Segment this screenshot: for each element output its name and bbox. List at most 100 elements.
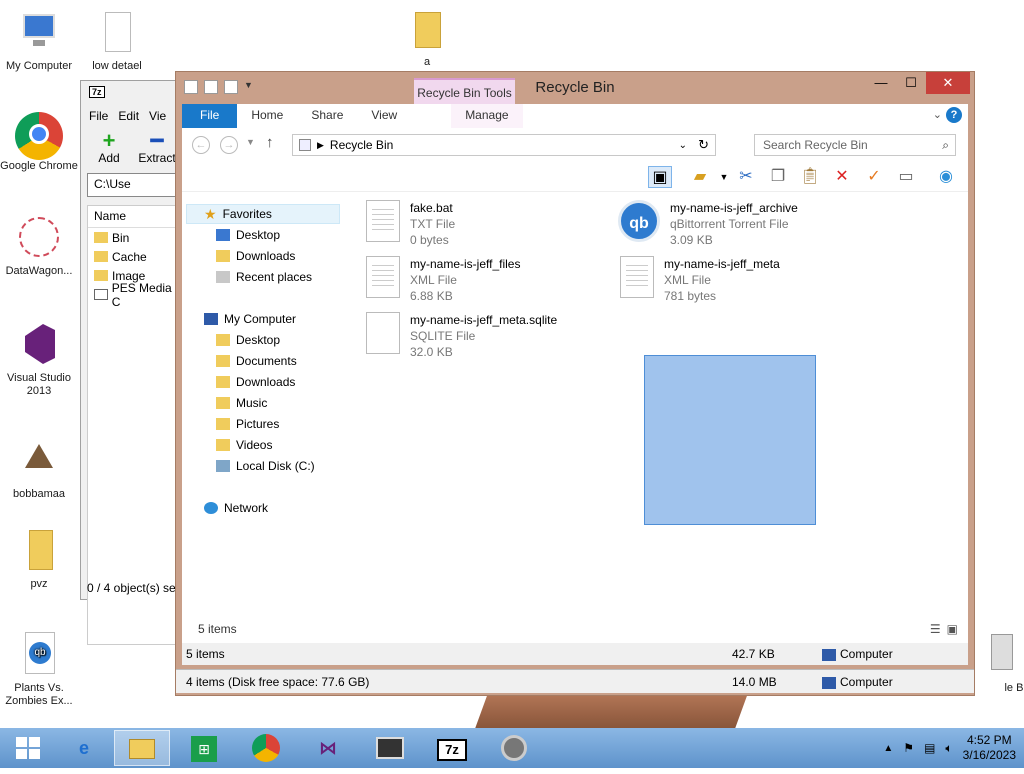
nav-network[interactable]: Network — [204, 498, 268, 518]
store-icon[interactable]: ⊞ — [176, 730, 232, 766]
status-size: 42.7 KB — [732, 647, 775, 661]
sevenzip-titlebar[interactable]: 7z — [81, 81, 189, 107]
chrome-icon — [252, 734, 280, 762]
forward-button[interactable]: → — [220, 136, 238, 154]
cut-icon[interactable]: ✂ — [734, 166, 758, 188]
chevron-down-icon[interactable]: ▼ — [712, 166, 736, 188]
nav-item-recent-places[interactable]: Recent places — [216, 267, 312, 287]
xml-file-icon — [366, 256, 400, 298]
nav-item-downloads[interactable]: Downloads — [216, 372, 295, 392]
file-item[interactable]: fake.bat TXT File 0 bytes — [366, 200, 455, 250]
address-bar[interactable]: ▶ Recycle Bin ⌄ ↻ — [292, 134, 716, 156]
nav-item-downloads[interactable]: Downloads — [216, 246, 295, 266]
desktop-icon-pvz[interactable]: pvz — [0, 528, 78, 591]
media-taskbar-button[interactable] — [486, 730, 542, 766]
sevenzip-taskbar-button[interactable]: 7z — [424, 730, 480, 766]
tab-manage[interactable]: Manage — [451, 104, 523, 128]
status-location: Computer — [822, 675, 893, 689]
file-item[interactable]: qb my-name-is-jeff_archive qBittorrent T… — [618, 200, 798, 250]
desktop-icon-google-chrome[interactable]: Google Chrome — [0, 110, 78, 173]
breadcrumb[interactable]: Recycle Bin — [330, 138, 393, 152]
visual-studio-icon: ⋈ — [319, 738, 337, 758]
flag-icon[interactable]: ⚑ — [903, 741, 914, 755]
tab-file[interactable]: File — [182, 104, 238, 128]
close-button[interactable]: ✕ — [926, 72, 970, 94]
add-button[interactable]: + Add — [89, 128, 129, 169]
menu-view[interactable]: Vie — [149, 109, 166, 125]
explorer-content: ★ Favorites Desktop Downloads Recent pla… — [182, 192, 968, 662]
desktop-icon-my-computer[interactable]: My Computer — [0, 10, 78, 73]
explorer-window[interactable]: ▼ Recycle Bin Tools Recycle Bin — ☐ ✕ Fi… — [175, 71, 975, 696]
paste-icon[interactable]: 📋︎ — [798, 166, 822, 188]
list-item[interactable]: Cache — [88, 247, 188, 266]
visual-studio-taskbar-button[interactable]: ⋈ — [300, 730, 356, 766]
delete-icon[interactable]: ✕ — [830, 166, 854, 188]
nav-item-music[interactable]: Music — [216, 393, 267, 413]
menu-edit[interactable]: Edit — [118, 109, 139, 125]
nav-item-documents[interactable]: Documents — [216, 351, 297, 371]
chevron-up-icon[interactable]: ▲ — [883, 743, 893, 754]
chevron-down-icon[interactable]: ⌄ — [679, 140, 687, 151]
properties-icon[interactable]: ▭ — [894, 166, 918, 188]
details-view-icon[interactable]: ☰ — [930, 622, 941, 636]
menu-file[interactable]: File — [89, 109, 108, 125]
folder-icon — [216, 439, 230, 451]
qbittorrent-icon: qb — [15, 632, 63, 680]
plus-icon: + — [102, 128, 116, 153]
speaker-icon[interactable]: 🔈︎ — [945, 741, 952, 756]
command-toolbar: ▣ ▰ ▼ ✂ ❐ 📋︎ ✕ ✓ ▭ ◉ — [182, 162, 968, 192]
nav-item-videos[interactable]: Videos — [216, 435, 272, 455]
tab-share[interactable]: Share — [297, 104, 357, 128]
desktop-icon-bobbamaa[interactable]: bobbamaa — [0, 438, 78, 501]
clock[interactable]: 4:52 PM 3/16/2023 — [963, 733, 1016, 763]
desktop-icon-a[interactable]: a — [388, 6, 466, 69]
desktop-icon-visual-studio[interactable]: Visual Studio 2013 — [0, 322, 78, 398]
desktop-icon-plants-vs-zombies[interactable]: qb Plants Vs. Zombies Ex... — [0, 632, 78, 708]
nav-item-pictures[interactable]: Pictures — [216, 414, 279, 434]
checkmark-icon[interactable]: ✓ — [862, 166, 886, 188]
start-button[interactable] — [0, 730, 56, 766]
sevenzip-file-list[interactable]: Name Bin Cache Image PES Media C — [87, 205, 189, 645]
folder-options-icon[interactable]: ▰ — [688, 166, 712, 188]
nav-item-desktop[interactable]: Desktop — [216, 225, 280, 245]
tab-home[interactable]: Home — [237, 104, 297, 128]
large-icons-view-icon[interactable]: ▣ — [947, 622, 958, 636]
xml-file-icon — [620, 256, 654, 298]
nav-item-desktop[interactable]: Desktop — [216, 330, 280, 350]
file-item[interactable]: my-name-is-jeff_meta XML File 781 bytes — [620, 256, 780, 306]
column-header-name[interactable]: Name — [88, 206, 188, 228]
desktop-icon-low-detael[interactable]: low detael — [78, 10, 156, 73]
search-input[interactable]: Search Recycle Bin ⌕ — [754, 134, 956, 156]
recycle-bin-small-icon — [299, 139, 311, 151]
tab-view[interactable]: View — [357, 104, 411, 128]
list-item[interactable]: PES Media C — [88, 281, 188, 309]
nav-my-computer[interactable]: My Computer — [204, 309, 296, 329]
pes-taskbar-button[interactable] — [362, 730, 418, 766]
list-item[interactable]: Bin — [88, 228, 188, 247]
file-explorer-taskbar-button[interactable] — [114, 730, 170, 766]
nav-favorites[interactable]: ★ Favorites — [204, 204, 272, 224]
back-button[interactable]: ← — [192, 136, 210, 154]
extract-button[interactable]: ━ Extract — [137, 130, 177, 169]
internet-explorer-icon[interactable]: e — [56, 730, 112, 766]
copy-icon[interactable]: ❐ — [766, 166, 790, 188]
globe-icon[interactable]: ◉ — [934, 166, 958, 188]
recent-locations-button[interactable]: ▼ — [246, 137, 255, 147]
help-icon[interactable]: ? — [946, 107, 962, 123]
file-item[interactable]: my-name-is-jeff_meta.sqlite SQLITE File … — [366, 312, 557, 362]
desktop-icon-datawagon[interactable]: DataWagon... — [0, 215, 78, 278]
maximize-button[interactable]: ☐ — [896, 72, 926, 94]
sevenzip-path-field[interactable]: C:\Use — [87, 173, 183, 197]
folder-icon — [216, 355, 230, 367]
explorer-titlebar[interactable]: ▼ Recycle Bin Tools Recycle Bin — ☐ ✕ — [176, 72, 974, 104]
file-item[interactable]: my-name-is-jeff_files XML File 6.88 KB — [366, 256, 520, 306]
up-arrow-icon[interactable]: ↑ — [266, 134, 274, 151]
sevenzip-window[interactable]: 7z File Edit Vie + Add ━ Extract C:\Use … — [80, 80, 190, 645]
preview-pane-icon[interactable]: ▣ — [648, 166, 672, 188]
minimize-button[interactable]: — — [866, 72, 896, 94]
chevron-down-icon[interactable]: ⌄ — [933, 108, 942, 121]
refresh-icon[interactable]: ↻ — [698, 137, 709, 153]
chrome-taskbar-button[interactable] — [238, 730, 294, 766]
nav-item-local-disk[interactable]: Local Disk (C:) — [216, 456, 315, 476]
network-icon[interactable]: ▤ — [924, 741, 935, 755]
